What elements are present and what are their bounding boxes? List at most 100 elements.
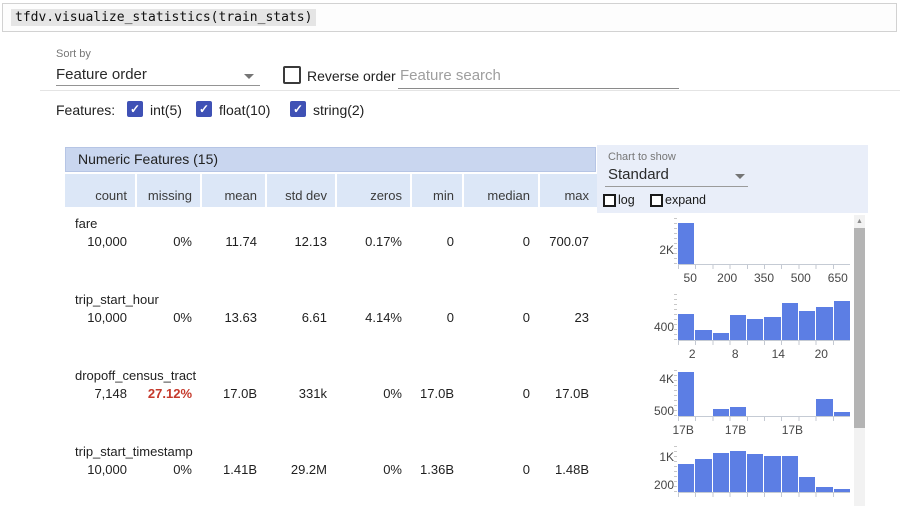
- histogram-bar: [747, 454, 763, 492]
- x-axis-label: 17B: [782, 423, 803, 437]
- column-header: max: [538, 174, 597, 207]
- histogram-bar: [834, 301, 850, 340]
- stat-value: 17.0B: [200, 386, 265, 401]
- sort-by-select[interactable]: Feature order: [56, 66, 147, 83]
- x-axis: [678, 264, 850, 269]
- x-axis-label: 50: [684, 271, 697, 285]
- y-axis-label: 500: [640, 404, 674, 418]
- chart-type-select[interactable]: Standard: [608, 166, 669, 183]
- histogram-bar: [695, 330, 711, 340]
- stat-value: 27.12%: [135, 386, 200, 401]
- column-headers: countmissingmeanstd devzerosminmedianmax: [65, 174, 597, 207]
- column-header: std dev: [265, 174, 335, 207]
- reverse-order-checkbox[interactable]: [283, 66, 301, 84]
- expand-checkbox[interactable]: [650, 194, 663, 207]
- string-checkbox[interactable]: ✓: [290, 101, 306, 117]
- stat-value: 0: [462, 310, 538, 325]
- stat-value: 0%: [135, 462, 200, 477]
- x-axis-label: 17B: [672, 423, 693, 437]
- histogram-bar: [678, 314, 694, 340]
- y-axis-label: 1K: [640, 450, 674, 464]
- histogram-bar: [730, 451, 746, 492]
- x-axis-label: 650: [828, 271, 848, 285]
- float-checkbox-label: float(10): [219, 102, 270, 118]
- feature-row: trip_start_hour10,0000%13.636.614.14%002…: [65, 292, 868, 368]
- histogram-bar: [764, 456, 780, 492]
- log-checkbox[interactable]: [603, 194, 616, 207]
- histogram-bar: [782, 303, 798, 340]
- stat-value: 6.61: [265, 310, 335, 325]
- histogram-bar: [695, 459, 711, 492]
- stat-value: 0%: [335, 462, 410, 477]
- histogram-plot: [678, 294, 850, 340]
- stat-value: 29.2M: [265, 462, 335, 477]
- feature-name: trip_start_hour: [75, 292, 159, 307]
- feature-row: trip_start_timestamp10,0000%1.41B29.2M0%…: [65, 444, 868, 520]
- stat-value: 0: [462, 386, 538, 401]
- stat-value: 10,000: [65, 462, 135, 477]
- feature-rows: fare10,0000%11.7412.130.17%00700.072K502…: [65, 216, 868, 506]
- feature-row: dropoff_census_tract7,14827.12%17.0B331k…: [65, 368, 868, 444]
- histogram-bar: [816, 307, 832, 340]
- x-axis-label: 500: [791, 271, 811, 285]
- feature-name: trip_start_timestamp: [75, 444, 193, 459]
- stat-value: 0%: [335, 386, 410, 401]
- int-checkbox[interactable]: ✓: [127, 101, 143, 117]
- feature-name: fare: [75, 216, 97, 231]
- stat-value: 0: [410, 310, 462, 325]
- histogram-plot: [678, 370, 850, 416]
- histogram-bar: [799, 311, 815, 340]
- scrollbar-thumb[interactable]: [854, 228, 865, 428]
- chart-to-show-label: Chart to show: [608, 151, 676, 163]
- histogram-bar: [713, 409, 729, 416]
- scroll-up-icon[interactable]: ▲: [854, 216, 865, 227]
- float-checkbox[interactable]: ✓: [196, 101, 212, 117]
- chart-select-underline: [605, 186, 748, 187]
- stat-value: 13.63: [200, 310, 265, 325]
- chart-controls-panel: Chart to show Standard log expand: [597, 145, 868, 213]
- column-header: mean: [200, 174, 265, 207]
- stat-value: 1.48B: [538, 462, 597, 477]
- x-axis-label: 200: [717, 271, 737, 285]
- histogram-bar: [678, 223, 694, 264]
- histogram-fare: 2K50200350500650: [640, 216, 868, 292]
- stat-value: 1.36B: [410, 462, 462, 477]
- y-axis-label: 200: [640, 478, 674, 492]
- x-axis: [678, 340, 850, 345]
- stat-value: 11.74: [200, 234, 265, 249]
- stat-value: 23: [538, 310, 597, 325]
- stat-value: 0%: [135, 234, 200, 249]
- histogram-bar: [747, 319, 763, 340]
- scrollbar-track[interactable]: ▲: [854, 215, 865, 506]
- histogram-trip_start_hour: 400281420: [640, 292, 868, 368]
- code-text: tfdv.visualize_statistics(train_stats): [11, 9, 316, 26]
- feature-name: dropoff_census_tract: [75, 368, 196, 383]
- reverse-order-label: Reverse order: [307, 68, 396, 84]
- y-axis-label: 4K: [640, 372, 674, 386]
- histogram-plot: [678, 218, 850, 264]
- x-axis: [678, 492, 850, 497]
- histogram-plot: [678, 446, 850, 492]
- histogram-bar: [678, 372, 694, 416]
- stat-value: 0: [462, 462, 538, 477]
- chevron-down-icon[interactable]: [244, 74, 254, 79]
- stat-value: 4.14%: [335, 310, 410, 325]
- feature-search-input[interactable]: [398, 62, 679, 89]
- histogram-bar: [678, 464, 694, 492]
- sort-underline: [56, 85, 260, 86]
- stat-value: 0.17%: [335, 234, 410, 249]
- stat-value: 700.07: [538, 234, 597, 249]
- x-axis-label: 8: [732, 347, 739, 361]
- histogram-dropoff_census_tract: 4K50017B17B17B: [640, 368, 868, 444]
- column-header: missing: [135, 174, 200, 207]
- chevron-down-icon[interactable]: [735, 174, 745, 179]
- y-axis-label: 2K: [640, 243, 674, 257]
- histogram-bar: [713, 453, 729, 492]
- code-cell[interactable]: tfdv.visualize_statistics(train_stats): [2, 3, 897, 32]
- stat-value: 10,000: [65, 234, 135, 249]
- histogram-bar: [730, 315, 746, 340]
- x-axis: [678, 416, 850, 421]
- stat-value: 12.13: [265, 234, 335, 249]
- string-checkbox-label: string(2): [313, 102, 364, 118]
- divider: [40, 90, 900, 91]
